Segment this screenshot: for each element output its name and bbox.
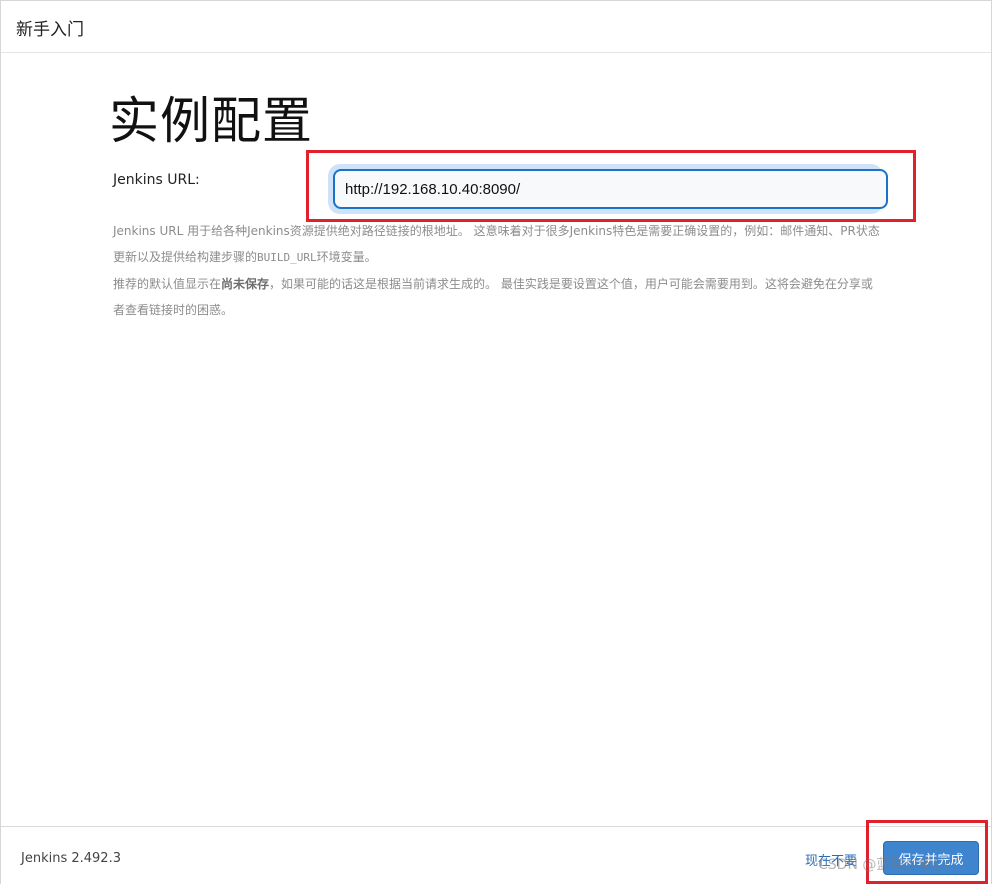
help-text: 推荐的默认值显示在 <box>113 277 222 291</box>
build-url-code: BUILD_URL <box>257 251 317 264</box>
wizard-footer: Jenkins 2.492.3 现在不要 保存并完成 <box>1 826 991 884</box>
wizard-title: 新手入门 <box>16 20 84 40</box>
not-saved-emphasis: 尚未保存 <box>221 277 270 291</box>
wizard-header: 新手入门 <box>1 1 991 53</box>
jenkins-url-help: Jenkins URL 用于给各种Jenkins资源提供绝对路径链接的根地址。 … <box>113 218 883 323</box>
help-text: Jenkins URL 用于给各种Jenkins资源提供绝对路径链接的根地址。 … <box>113 224 880 264</box>
skip-link[interactable]: 现在不要 <box>805 850 857 869</box>
help-paragraph-1: Jenkins URL 用于给各种Jenkins资源提供绝对路径链接的根地址。 … <box>113 218 883 271</box>
jenkins-version: Jenkins 2.492.3 <box>21 851 121 866</box>
help-text: 环境变量。 <box>316 250 377 264</box>
jenkins-url-label: Jenkins URL: <box>113 172 200 188</box>
jenkins-url-focus-ring <box>328 164 888 214</box>
page-title: 实例配置 <box>109 92 313 150</box>
help-paragraph-2: 推荐的默认值显示在尚未保存，如果可能的话这是根据当前请求生成的。 最佳实践是要设… <box>113 271 883 323</box>
jenkins-url-input[interactable] <box>333 169 888 209</box>
setup-wizard-window: 新手入门 实例配置 Jenkins URL: Jenkins URL 用于给各种… <box>0 0 992 884</box>
save-and-finish-button[interactable]: 保存并完成 <box>883 841 979 875</box>
